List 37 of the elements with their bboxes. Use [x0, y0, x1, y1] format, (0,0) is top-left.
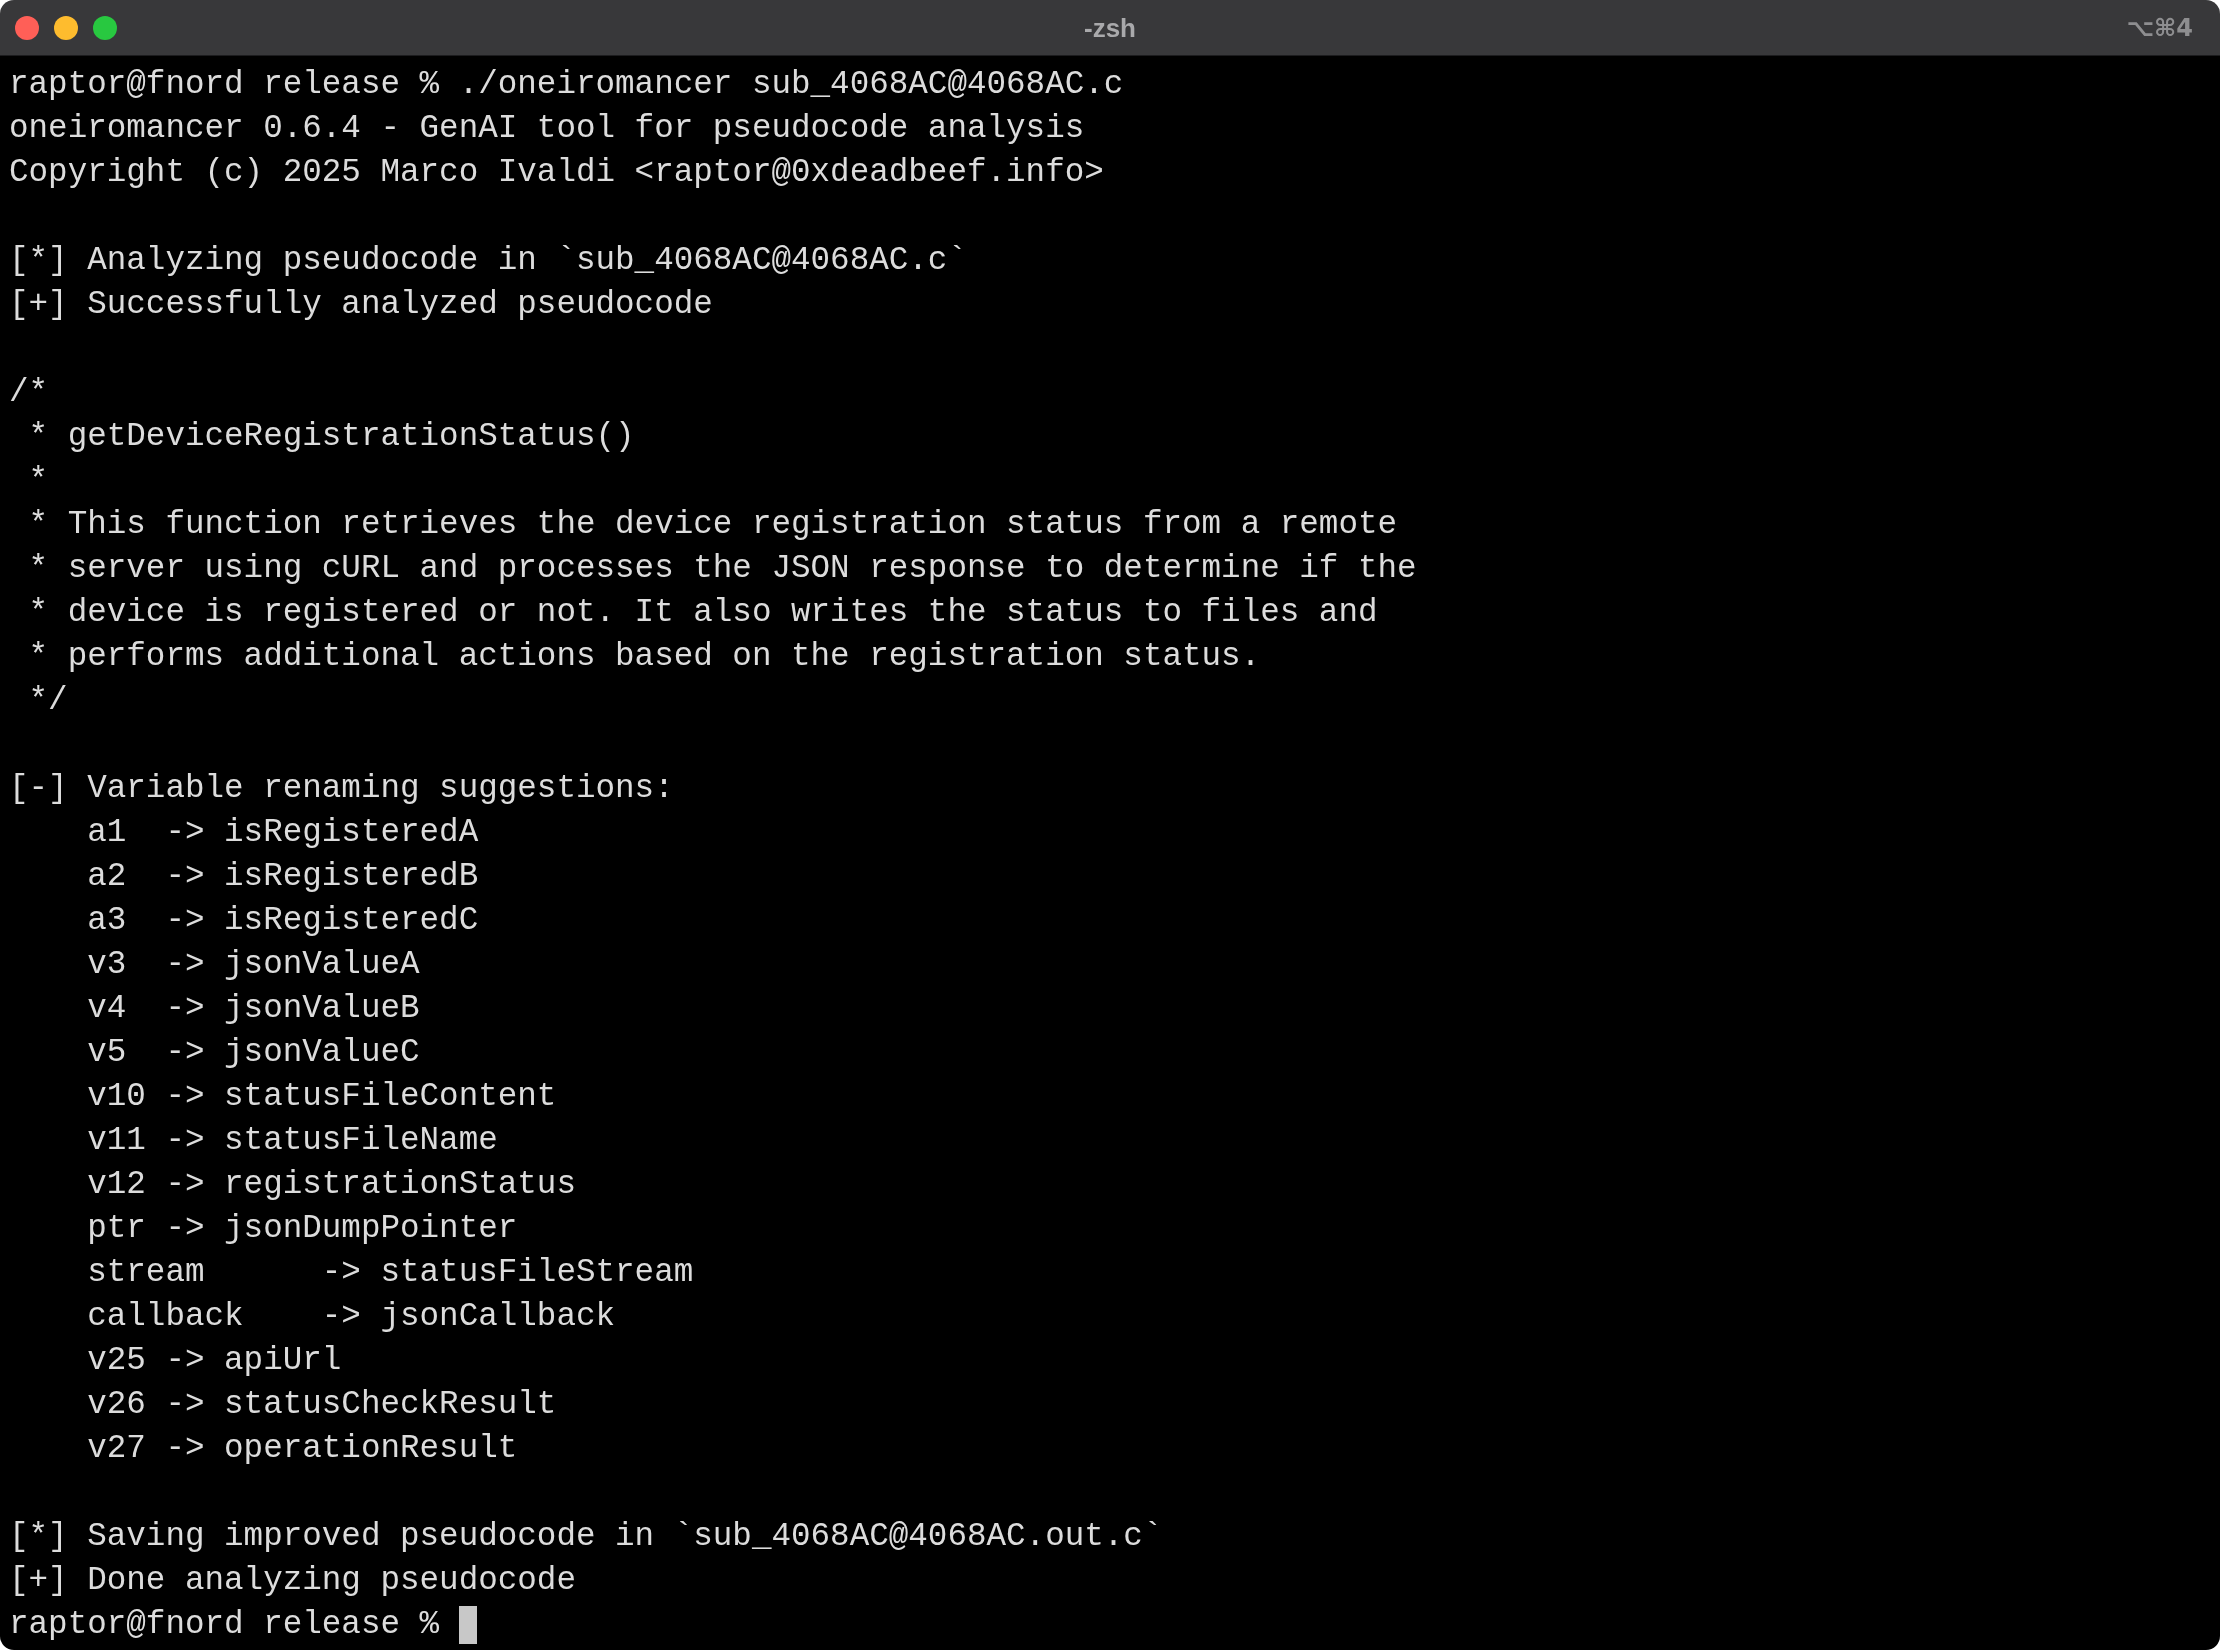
zoom-button[interactable] — [93, 15, 117, 40]
close-button[interactable] — [15, 15, 39, 40]
output-line: [*] Analyzing pseudocode in `sub_4068AC@4068AC.c` — [9, 241, 967, 281]
shell-prompt: raptor@fnord release % — [9, 1605, 440, 1645]
rename-suggestion: v4 -> jsonValueB — [87, 989, 420, 1029]
rename-suggestion: v26 -> statusCheckResult — [87, 1385, 557, 1425]
rename-suggestion: v25 -> apiUrl — [87, 1341, 342, 1381]
rename-suggestion: callback -> jsonCallback — [87, 1297, 616, 1337]
rename-suggestion: v11 -> statusFileName — [87, 1121, 498, 1161]
comment-line: * getDeviceRegistrationStatus() — [28, 417, 635, 457]
comment-line: * This function retrieves the device registration status from a remote — [28, 505, 1398, 545]
comment-line: * device is registered or not. It also writes the status to files and — [28, 593, 1378, 633]
rename-suggestion: v10 -> statusFileContent — [87, 1077, 557, 1117]
window-title: -zsh — [1084, 14, 1136, 41]
output-line: oneiromancer 0.6.4 - GenAI tool for pseudocode analysis — [9, 109, 1085, 149]
rename-suggestion: a2 -> isRegisteredB — [87, 857, 479, 897]
comment-line: * performs additional actions based on the registration status. — [28, 637, 1261, 677]
rename-suggestion: v12 -> registrationStatus — [87, 1165, 576, 1205]
rename-suggestion: v5 -> jsonValueC — [87, 1033, 420, 1073]
comment-line: /* — [9, 373, 49, 413]
comment-line: * server using cURL and processes the JSON response to determine if the — [28, 549, 1417, 589]
comment-line: */ — [28, 681, 68, 721]
output-line: Copyright (c) 2025 Marco Ivaldi <raptor@0xdeadbeef.info> — [9, 153, 1104, 193]
rename-suggestion: v3 -> jsonValueA — [87, 945, 420, 985]
rename-suggestion: stream -> statusFileStream — [87, 1253, 694, 1293]
shortcut-label: ⌥⌘4 — [2126, 15, 2193, 40]
output-line: [*] Saving improved pseudocode in `sub_4068AC@4068AC.out.c` — [9, 1517, 1163, 1557]
output-line: [+] Done analyzing pseudocode — [9, 1561, 576, 1601]
rename-suggestion: v27 -> operationResult — [87, 1429, 518, 1469]
output-line: raptor@fnord release % ./oneiromancer sub_4068AC@4068AC.c — [9, 65, 1124, 105]
minimize-button[interactable] — [54, 15, 78, 40]
rename-suggestion: a1 -> isRegisteredA — [87, 813, 479, 853]
output-line: [-] Variable renaming suggestions: — [9, 769, 674, 809]
rename-suggestion: ptr -> jsonDumpPointer — [87, 1209, 518, 1249]
output-line: [+] Successfully analyzed pseudocode — [9, 285, 713, 325]
comment-line: * — [28, 461, 49, 501]
rename-suggestion: a3 -> isRegisteredC — [87, 901, 479, 941]
